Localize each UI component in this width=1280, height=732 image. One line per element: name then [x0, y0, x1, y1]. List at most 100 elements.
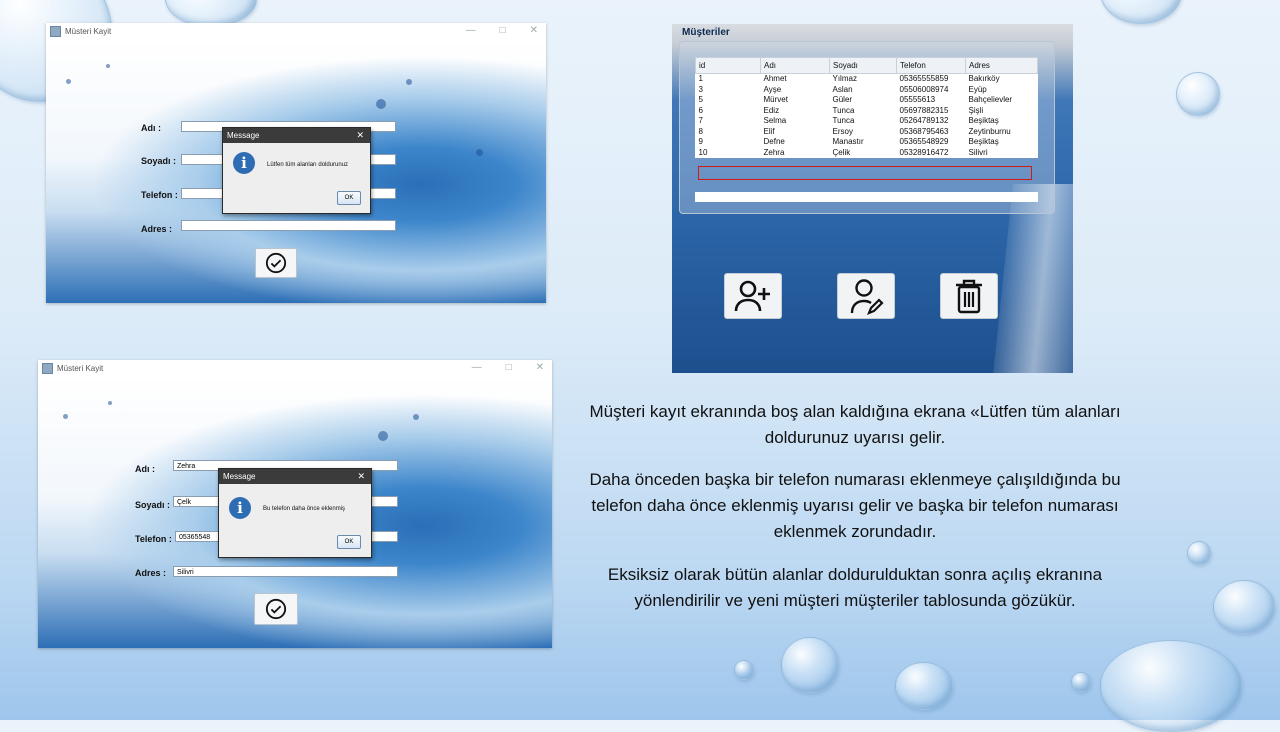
close-icon[interactable]: ✕ [356, 128, 364, 143]
window-titlebar: Müsteri Kayit — □ ✕ [46, 23, 546, 39]
table-row[interactable]: 8 Elif Ersoy 05368795463 Zeytinburnu [696, 127, 1038, 138]
cell: 05555613 [899, 95, 936, 104]
new-row-highlight [698, 166, 1032, 180]
close-icon[interactable]: ✕ [536, 362, 544, 373]
address-input[interactable] [181, 220, 396, 231]
address-input[interactable]: Silivri [173, 566, 398, 577]
cell: Defne [763, 137, 785, 146]
label-surname: Soyadı : [135, 500, 171, 510]
cell: Tunca [832, 105, 855, 115]
cell: 3 [698, 84, 703, 94]
cell: Tunca [832, 116, 855, 125]
cell: 05697882315 [899, 105, 949, 115]
cell: Çelik [832, 147, 851, 157]
table-row[interactable]: 10 Zehra Çelik 05328916472 Silivri [696, 148, 1038, 159]
add-customer-button[interactable] [724, 273, 782, 319]
col-header-phone[interactable]: Telefon [896, 57, 966, 74]
cell: Güler [832, 95, 853, 104]
table-row[interactable]: 9 Defne Manastır 05365548929 Beşiktaş [696, 137, 1038, 148]
cell: 1 [698, 74, 703, 83]
dialog-titlebar: Message ✕ [223, 128, 370, 143]
message-dialog: Message ✕ i Lütfen tüm alanları doldurunu… [222, 127, 371, 214]
water-drop [1176, 72, 1220, 116]
cell: Ediz [763, 105, 780, 115]
cell: Beşiktaş [968, 137, 999, 146]
customers-title: Müşteriler [682, 27, 730, 38]
cell: Zeytinburnu [968, 126, 1011, 136]
customer-register-window-empty: Müsteri Kayit — □ ✕ Adı : Soyadı : Telefon… [46, 23, 546, 303]
customers-table[interactable]: id Adı Soyadı Telefon Adres 1 Ahmet Yılmaz… [695, 57, 1038, 158]
customer-register-window-duplicate: Müsteri Kayit — □ ✕ Adı : Soyadı : Telefon… [38, 360, 552, 648]
dialog-title: Message [223, 472, 256, 481]
water-drop [1100, 0, 1182, 24]
trash-icon [956, 279, 982, 314]
cell: Beşiktaş [968, 116, 999, 125]
description-paragraph-1: Müşteri kayıt ekranında boş alan kaldığı… [589, 402, 1121, 447]
cell: Bakırköy [968, 74, 1000, 83]
cell: Ahmet [763, 74, 787, 83]
close-icon[interactable]: ✕ [530, 25, 538, 36]
dialog-message: Lütfen tüm alanları doldurunuz [267, 162, 349, 168]
dialog-message: Bu telefon daha önce eklenmiş [263, 506, 346, 512]
edit-customer-button[interactable] [837, 273, 895, 319]
label-phone: Telefon : [141, 190, 178, 200]
table-row[interactable]: 3 Ayşe Aslan 05506008974 Eyüp [696, 85, 1038, 96]
label-name: Adı : [135, 464, 155, 474]
edit-user-icon [850, 279, 884, 315]
cell: 05328916472 [899, 147, 949, 157]
cell: Silivri [968, 147, 988, 157]
delete-customer-button[interactable] [940, 273, 998, 319]
water-drop [895, 662, 953, 710]
window-title: Müsteri Kayit [65, 26, 112, 36]
close-icon[interactable]: ✕ [357, 469, 365, 484]
col-header-surname[interactable]: Soyadı [829, 57, 897, 74]
cell: 6 [698, 105, 703, 115]
col-header-id[interactable]: id [695, 57, 761, 74]
info-icon: i [229, 497, 251, 519]
maximize-icon[interactable]: □ [506, 362, 512, 373]
cell: Ayşe [763, 84, 782, 94]
cell: Mürvet [763, 95, 788, 104]
minimize-icon[interactable]: — [466, 25, 476, 36]
window-titlebar: Müsteri Kayit — □ ✕ [38, 360, 552, 376]
ok-button[interactable]: OK [337, 191, 361, 205]
java-app-icon [42, 362, 53, 374]
cell: Bahçelievler [968, 95, 1013, 104]
save-button[interactable] [254, 593, 298, 625]
water-drop [781, 637, 839, 693]
table-row[interactable]: 7 Selma Tunca 05264789132 Beşiktaş [696, 116, 1038, 127]
cell: Selma [763, 116, 787, 125]
check-circle-icon [265, 598, 287, 620]
info-icon: i [233, 152, 255, 174]
label-name: Adı : [141, 123, 161, 133]
water-drop [1213, 580, 1275, 634]
label-phone: Telefon : [135, 534, 172, 544]
dialog-title: Message [227, 131, 260, 140]
water-drop [734, 660, 754, 680]
col-header-address[interactable]: Adres [965, 57, 1038, 74]
cell: Zehra [763, 147, 785, 157]
description-paragraph-2: Daha önceden başka bir telefon numarası … [589, 470, 1121, 541]
cell: 05506008974 [899, 84, 949, 94]
water-drop [1071, 672, 1091, 692]
cell: 7 [698, 116, 703, 125]
table-row[interactable]: 6 Ediz Tunca 05697882315 Şişli [696, 106, 1038, 117]
minimize-icon[interactable]: — [472, 362, 482, 373]
add-user-icon [734, 280, 770, 312]
dialog-titlebar: Message ✕ [219, 469, 371, 484]
table-row[interactable]: 5 Mürvet Güler 05555613 Bahçelievler [696, 95, 1038, 106]
table-footer [695, 192, 1038, 202]
maximize-icon[interactable]: □ [500, 25, 506, 36]
cell: 05365555859 [899, 74, 949, 83]
cell: Ersoy [832, 126, 853, 136]
java-app-icon [50, 25, 61, 37]
label-surname: Soyadı : [141, 156, 177, 166]
customers-window: Müşteriler id Adı Soyadı Telefon Adres 1… [672, 24, 1073, 373]
col-header-name[interactable]: Adı [760, 57, 830, 74]
cell: 9 [698, 137, 703, 146]
cell: Manastır [832, 137, 864, 146]
ok-button[interactable]: OK [337, 535, 361, 549]
water-drop [1187, 541, 1211, 565]
table-row[interactable]: 1 Ahmet Yılmaz 05365555859 Bakırköy [696, 74, 1038, 85]
save-button[interactable] [255, 248, 297, 278]
